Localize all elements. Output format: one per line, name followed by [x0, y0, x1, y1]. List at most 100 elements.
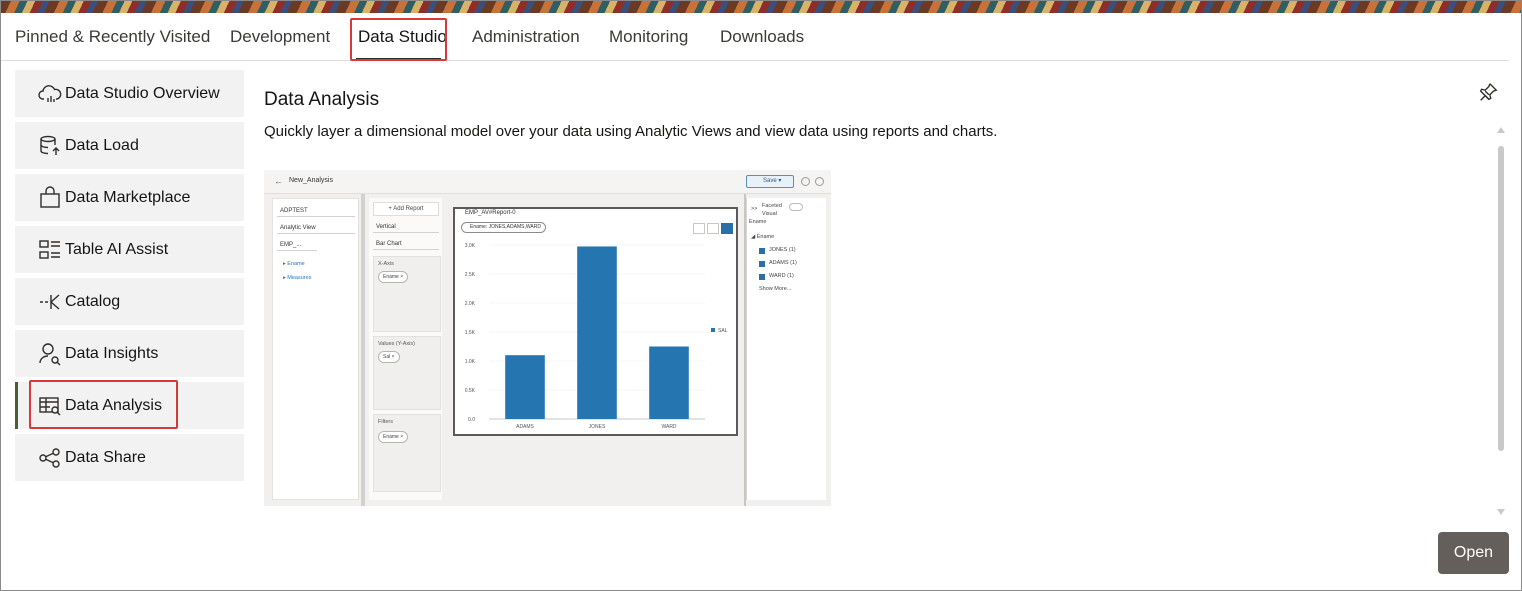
preview-save-button: Save ▾ [746, 175, 794, 188]
preview-tree-label: Measures [287, 275, 312, 281]
y-tick-label: 2.0K [465, 301, 476, 307]
sidebar-item-data-share[interactable]: Data Share [15, 434, 244, 481]
preview-facet-group: ◢ Ename [751, 234, 775, 240]
y-tick-label: 0.5K [465, 388, 476, 394]
sidebar-item-label: Data Insights [65, 344, 159, 362]
preview-split-view-icon [707, 223, 719, 234]
tab-pinned-recently-visited[interactable]: Pinned & Recently Visited [15, 13, 210, 61]
preview-xaxis-label: X-Axis [378, 261, 394, 267]
preview-tree-label: Ename [287, 261, 305, 267]
shopping-bag-icon [37, 185, 63, 211]
database-upload-icon [37, 133, 63, 159]
page-title: Data Analysis [264, 89, 380, 110]
preview-table-view-icon [693, 223, 705, 234]
tab-monitoring[interactable]: Monitoring [609, 13, 688, 61]
tab-administration[interactable]: Administration [472, 13, 580, 61]
preview-settings-icon [801, 177, 810, 186]
sidebar-item-label: Data Studio Overview [65, 84, 220, 102]
preview-screenshot: ← New_Analysis Save ▾ ADPTEST Analytic V… [264, 170, 831, 506]
preview-checkbox-icon [759, 248, 765, 254]
x-tick-label: ADAMS [516, 424, 534, 430]
bar [649, 346, 689, 419]
scroll-down-arrow[interactable] [1497, 509, 1505, 515]
preview-report: EMP_AV#Report-0 Ename: JONES,ADAMS,WARD … [453, 207, 738, 436]
preview-gear-icon [815, 177, 824, 186]
decorative-banner [1, 1, 1521, 13]
preview-values-label: Values (Y-Axis) [378, 341, 415, 347]
catalog-icon [37, 289, 63, 315]
preview-values-chip: Sal × [378, 351, 400, 363]
preview-bar-chart: 0.0 0.5K 1.0K 1.5K 2.0K 2.5K 3.0K ADAMS JONES WAR… [465, 243, 728, 430]
open-button[interactable]: Open [1438, 532, 1509, 574]
preview-filters-label: Filters [378, 419, 393, 425]
back-arrow-icon: ← [274, 176, 283, 186]
sidebar-item-data-studio-overview[interactable]: Data Studio Overview [15, 70, 244, 117]
preview-faceted-label: Faceted [762, 203, 782, 209]
y-tick-label: 1.5K [465, 330, 476, 336]
preview-xaxis-chip: Ename × [378, 271, 409, 283]
selected-item-indicator [15, 382, 18, 429]
table-ai-icon [37, 237, 63, 263]
scroll-up-arrow[interactable] [1497, 127, 1505, 133]
sidebar-item-data-insights[interactable]: Data Insights [15, 330, 244, 377]
preview-tree-measures: ▸ Measures [283, 275, 312, 281]
preview-source-select: Analytic View [277, 222, 355, 234]
sidebar-item-label: Table AI Assist [65, 240, 169, 258]
preview-checkbox-icon [759, 274, 765, 280]
preview-show-more: Show More... [759, 286, 792, 292]
preview-xaxis-zone: X-Axis Ename × [373, 256, 441, 332]
person-search-icon [37, 341, 63, 367]
preview-facet-group-label: Ename [756, 234, 775, 240]
app-frame: Pinned & Recently Visited Development Da… [0, 0, 1522, 591]
sidebar-item-label: Catalog [65, 292, 121, 310]
preview-facet-panel: >> Faceted Visual Ename ◢ Ename JONES (1… [746, 198, 826, 500]
sidebar-item-data-load[interactable]: Data Load [15, 122, 244, 169]
preview-expand-icon: >> [751, 206, 758, 212]
sidebar-item-label: Data Share [65, 448, 146, 466]
preview-facet-value: ADAMS (1) [769, 260, 797, 266]
preview-tree-ename: ▸ Ename [283, 261, 305, 267]
preview-chart-view-icon [721, 223, 733, 234]
sidebar-item-table-ai-assist[interactable]: Table AI Assist [15, 226, 244, 273]
preview-orientation-select: Vertical [373, 221, 439, 233]
page-description: Quickly layer a dimensional model over y… [264, 123, 998, 140]
preview-visual-label: Visual [762, 211, 777, 217]
share-nodes-icon [37, 445, 63, 471]
y-tick-label: 1.0K [465, 359, 476, 365]
preview-save-label: Save [763, 178, 777, 184]
y-tick-label: 3.0K [465, 243, 476, 249]
preview-source-panel: ADPTEST Analytic View EMP_... ▸ Ename ▸ … [272, 198, 359, 500]
y-tick-label: 2.5K [465, 272, 476, 278]
sidebar-item-label: Data Load [65, 136, 139, 154]
cloud-chart-icon [37, 81, 63, 107]
preview-config-panel: + Add Report Vertical Bar Chart X-Axis E… [369, 198, 442, 500]
preview-report-title: EMP_AV#Report-0 [465, 210, 516, 216]
preview-facet-field: Ename [749, 219, 767, 225]
highlight-outline-tab [350, 18, 447, 61]
sidebar-item-catalog[interactable]: Catalog [15, 278, 244, 325]
sidebar-item-label: Data Marketplace [65, 188, 191, 206]
preview-faceted-toggle [789, 203, 803, 211]
preview-view-select: EMP_... [277, 239, 317, 251]
preview-toolbar: ← New_Analysis Save ▾ [264, 170, 831, 194]
preview-filter-chip: Ename: JONES,ADAMS,WARD [461, 222, 546, 233]
tab-development[interactable]: Development [230, 13, 330, 61]
top-navigation: Pinned & Recently Visited Development Da… [1, 13, 1509, 61]
tab-downloads[interactable]: Downloads [720, 13, 804, 61]
preview-values-zone: Values (Y-Axis) Sal × [373, 336, 441, 410]
legend-swatch [711, 328, 715, 332]
scroll-thumb[interactable] [1498, 146, 1504, 451]
preview-filters-zone: Filters Ename × [373, 414, 441, 492]
y-tick-label: 0.0 [468, 417, 475, 423]
preview-splitter [361, 194, 365, 506]
preview-filters-chip: Ename × [378, 431, 409, 443]
pin-icon[interactable] [1477, 81, 1499, 103]
bar [577, 246, 617, 419]
preview-schema-select: ADPTEST [277, 205, 355, 217]
preview-chart-type-select: Bar Chart [373, 238, 439, 250]
preview-facet-value: JONES (1) [769, 247, 796, 253]
x-tick-label: JONES [589, 424, 606, 430]
sidebar-item-data-marketplace[interactable]: Data Marketplace [15, 174, 244, 221]
preview-analysis-name: New_Analysis [289, 177, 333, 184]
x-tick-label: WARD [661, 424, 676, 430]
